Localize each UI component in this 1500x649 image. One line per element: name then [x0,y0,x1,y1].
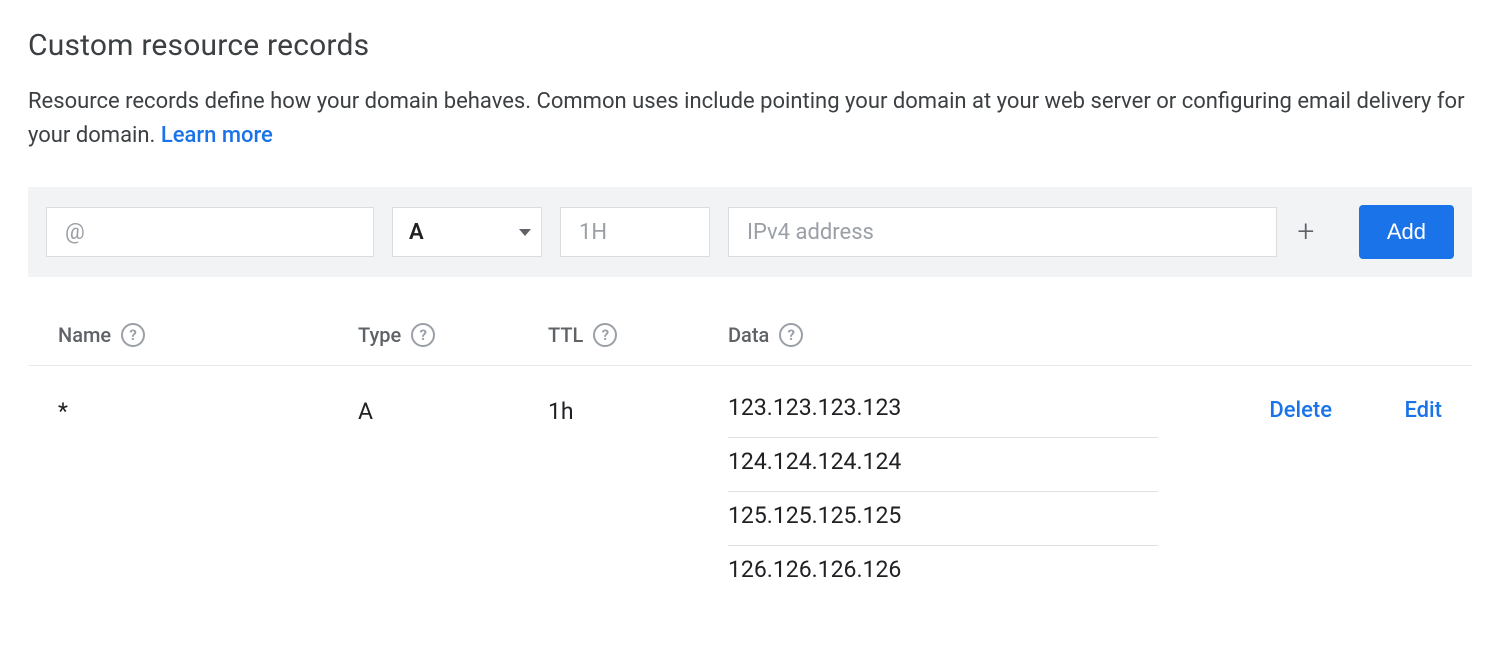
ttl-field-wrapper [560,207,710,257]
custom-resource-records-panel: Custom resource records Resource records… [0,0,1500,649]
name-field-wrapper [46,207,374,257]
data-field-wrapper [728,207,1277,257]
help-icon[interactable]: ? [411,323,435,347]
record-data-value: 124.124.124.124 [728,438,1158,492]
record-data-list: 123.123.123.123 124.124.124.124 125.125.… [728,392,1158,599]
learn-more-link[interactable]: Learn more [161,123,273,148]
data-input[interactable] [745,219,1260,246]
column-header-name: Name ? [58,323,358,347]
add-record-button[interactable]: Add [1359,205,1454,259]
column-header-data-label: Data [728,323,769,347]
table-header-row: Name ? Type ? TTL ? Data ? [28,313,1472,366]
plus-icon: + [1297,217,1314,247]
record-data-value: 125.125.125.125 [728,492,1158,546]
edit-button[interactable]: Edit [1332,392,1442,423]
add-record-bar: A + Add [28,187,1472,277]
panel-description: Resource records define how your domain … [28,85,1472,153]
table-row: * A 1h 123.123.123.123 124.124.124.124 1… [28,366,1472,609]
column-header-data: Data ? [728,323,1182,347]
panel-title: Custom resource records [28,28,1472,63]
delete-button[interactable]: Delete [1182,392,1332,423]
column-header-type: Type ? [358,323,548,347]
name-input[interactable] [63,219,357,246]
column-header-type-label: Type [358,323,401,347]
chevron-down-icon [519,229,531,236]
type-select[interactable]: A [392,207,542,257]
record-data: 123.123.123.123 124.124.124.124 125.125.… [728,392,1182,599]
column-header-ttl-label: TTL [548,323,583,347]
record-type: A [358,392,548,425]
help-icon[interactable]: ? [593,323,617,347]
add-data-value-button[interactable]: + [1289,215,1323,249]
record-data-value: 123.123.123.123 [728,392,1158,438]
ttl-input[interactable] [577,219,693,246]
help-icon[interactable]: ? [779,323,803,347]
column-header-name-label: Name [58,323,111,347]
help-icon[interactable]: ? [121,323,145,347]
type-select-value: A [409,220,509,245]
record-ttl: 1h [548,392,728,425]
record-name: * [58,392,358,425]
records-table: Name ? Type ? TTL ? Data ? * A 1h [28,313,1472,609]
record-data-value: 126.126.126.126 [728,546,1158,599]
column-header-ttl: TTL ? [548,323,728,347]
